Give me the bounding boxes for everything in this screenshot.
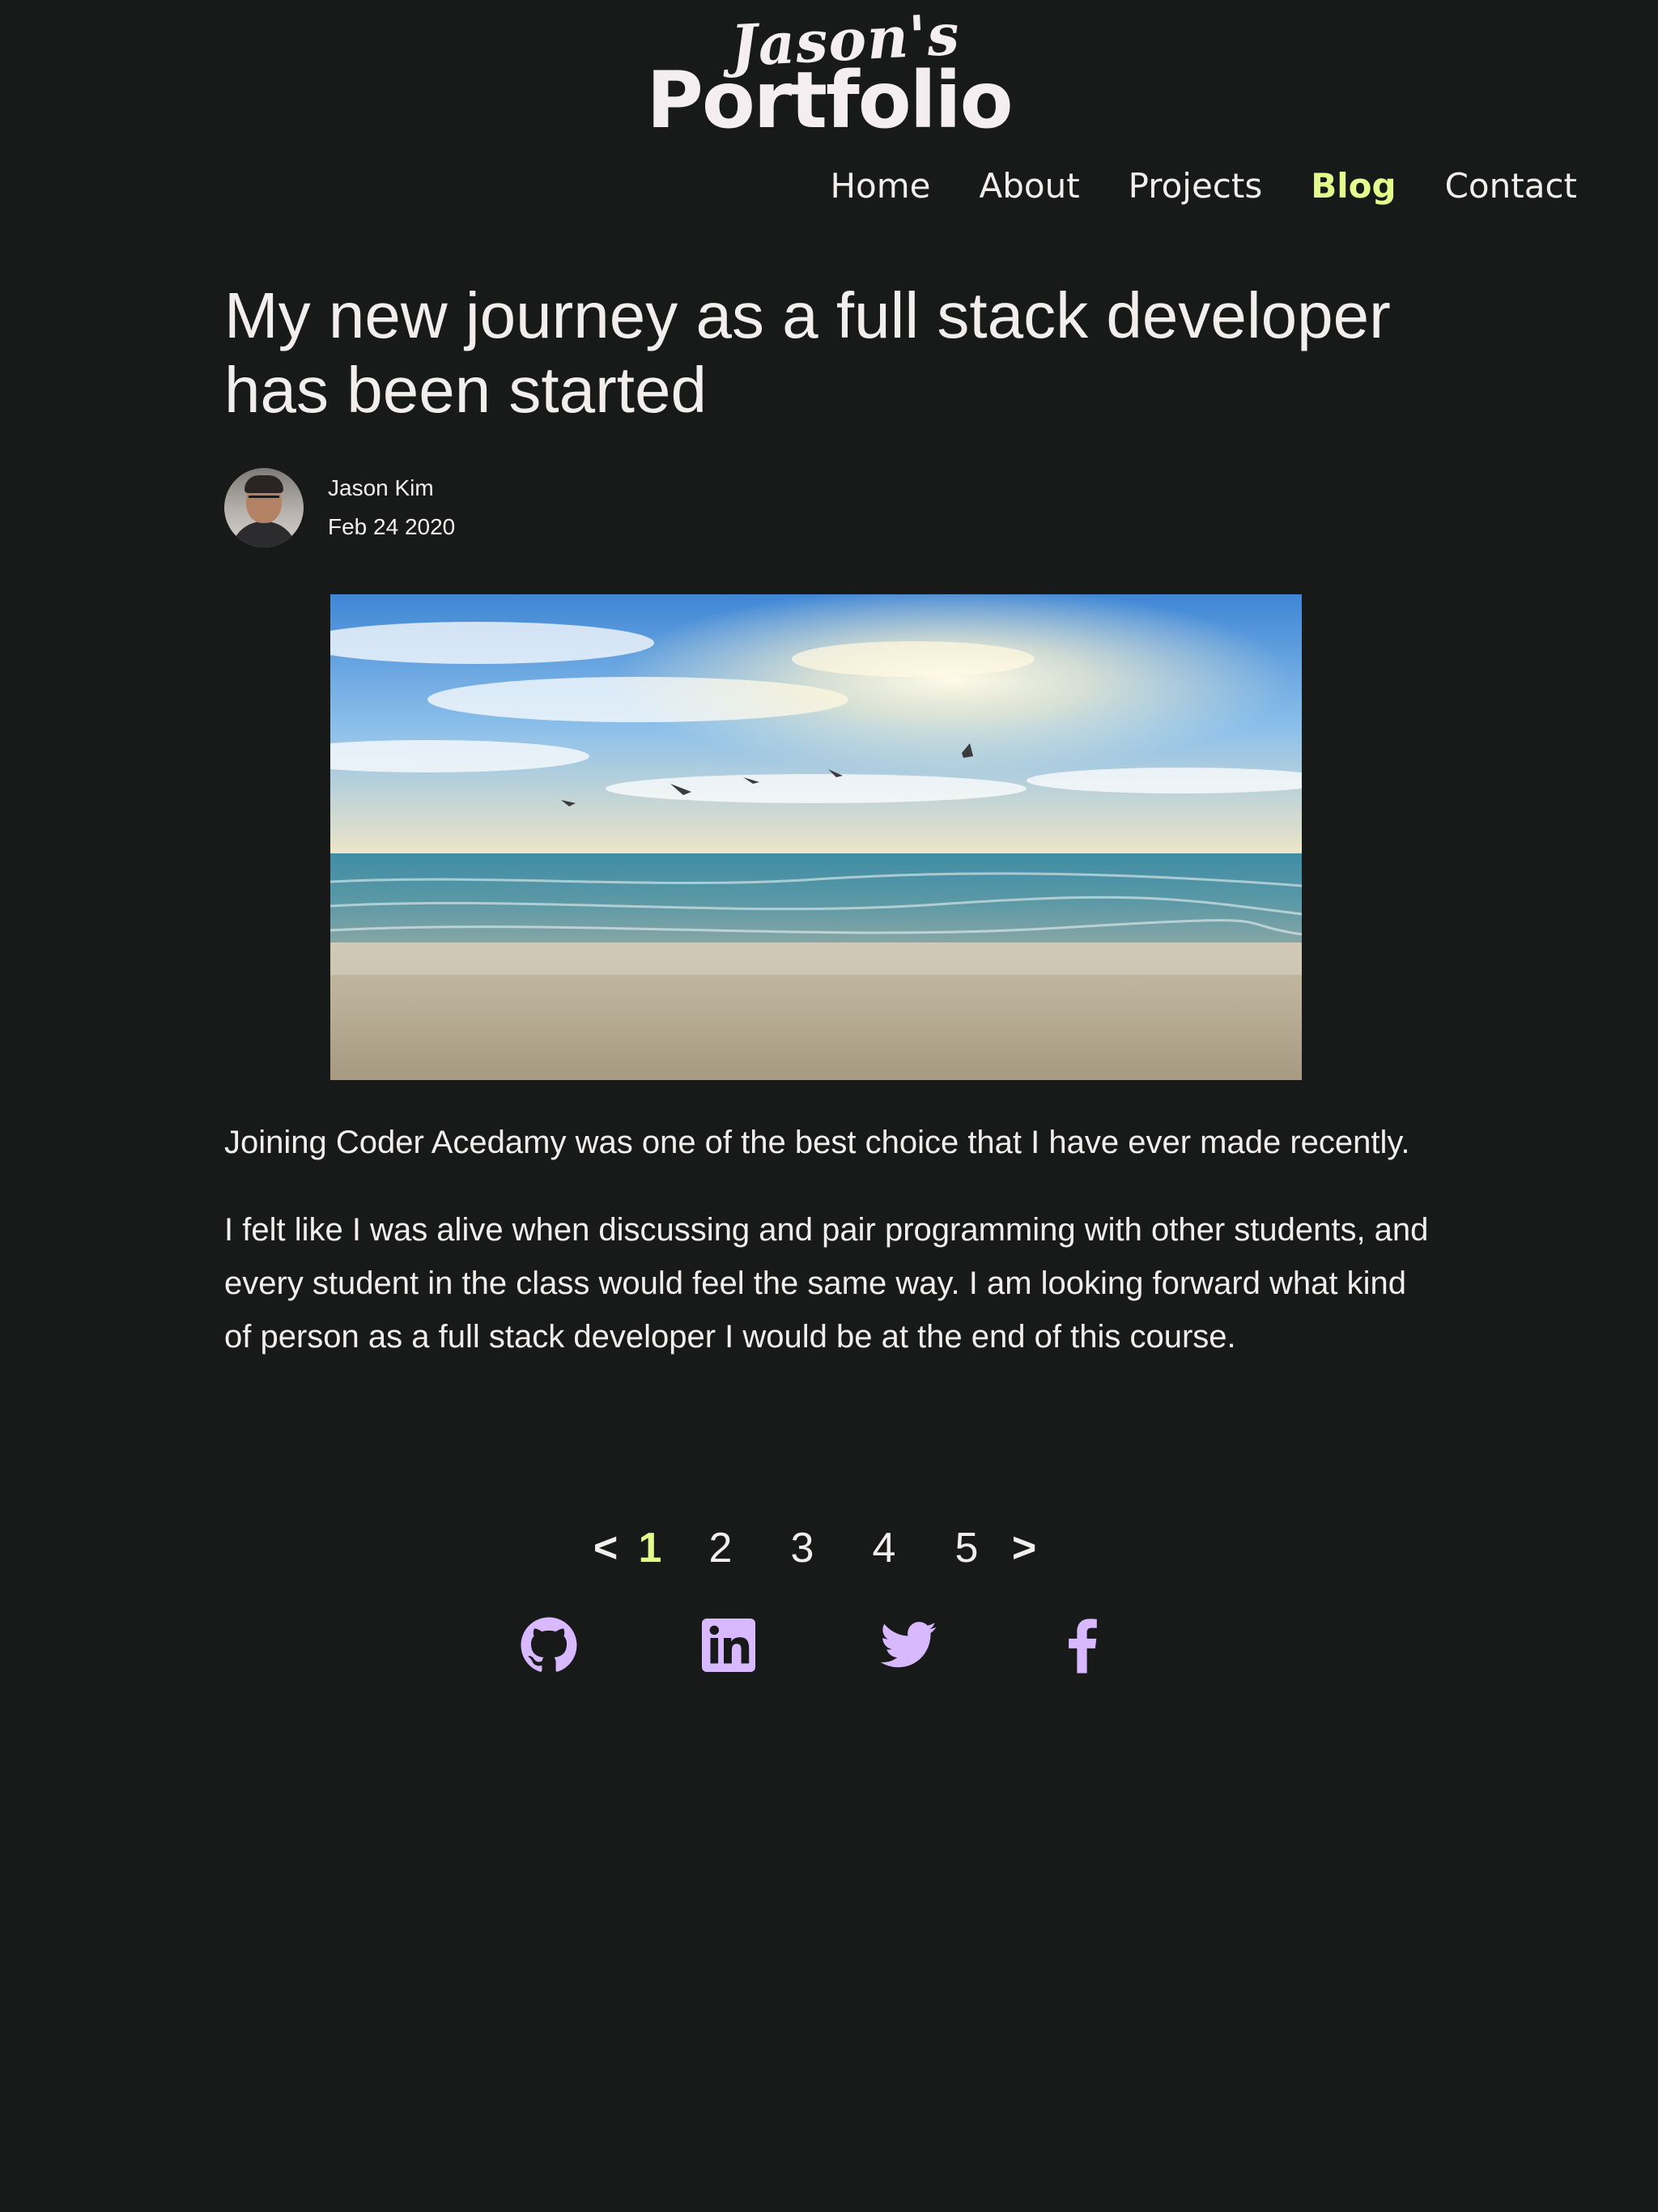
twitter-icon xyxy=(880,1622,937,1668)
author-name: Jason Kim xyxy=(328,475,434,500)
pagination-page-4[interactable]: 4 xyxy=(873,1522,896,1574)
pagination-page-1[interactable]: 1 xyxy=(639,1522,662,1574)
github-icon xyxy=(521,1617,577,1672)
nav-item-contact[interactable]: Contact xyxy=(1445,164,1577,209)
facebook-icon xyxy=(1069,1619,1097,1674)
nav-item-home[interactable]: Home xyxy=(830,164,930,209)
pagination-page-2[interactable]: 2 xyxy=(709,1522,733,1574)
author-avatar xyxy=(224,468,304,547)
main-nav: Home About Projects Blog Contact xyxy=(781,164,1577,209)
post-body: Joining Coder Acedamy was one of the bes… xyxy=(224,1116,1431,1397)
github-link[interactable] xyxy=(520,1616,578,1674)
post-hero-image xyxy=(330,594,1302,1080)
facebook-link[interactable] xyxy=(1052,1616,1111,1674)
post-paragraph-2: I felt like I was alive when discussing … xyxy=(224,1212,1429,1355)
post-title: My new journey as a full stack developer… xyxy=(224,279,1391,426)
beach-sunset-image xyxy=(330,594,1302,1080)
nav-item-projects[interactable]: Projects xyxy=(1129,164,1263,209)
pagination-page-5[interactable]: 5 xyxy=(955,1522,979,1574)
social-links xyxy=(0,1616,1658,1674)
post-meta-text: Jason Kim Feb 24 2020 xyxy=(328,469,455,547)
nav-item-blog[interactable]: Blog xyxy=(1311,164,1396,209)
twitter-link[interactable] xyxy=(879,1616,937,1674)
pagination-next[interactable]: > xyxy=(1012,1522,1036,1574)
post-meta: Jason Kim Feb 24 2020 xyxy=(224,468,455,547)
pagination-page-3[interactable]: 3 xyxy=(791,1522,814,1574)
linkedin-link[interactable] xyxy=(699,1616,758,1674)
logo-main-text: Portfolio xyxy=(646,55,1013,146)
pagination-prev[interactable]: < xyxy=(593,1522,618,1574)
post-date: Feb 24 2020 xyxy=(328,514,456,539)
pagination: < 1 2 3 4 5 > xyxy=(0,1522,1658,1574)
nav-item-about[interactable]: About xyxy=(979,164,1079,209)
article-header: My new journey as a full stack developer… xyxy=(224,279,1422,428)
post-paragraph-1: Joining Coder Acedamy was one of the bes… xyxy=(224,1125,1410,1160)
linkedin-icon xyxy=(702,1619,755,1672)
